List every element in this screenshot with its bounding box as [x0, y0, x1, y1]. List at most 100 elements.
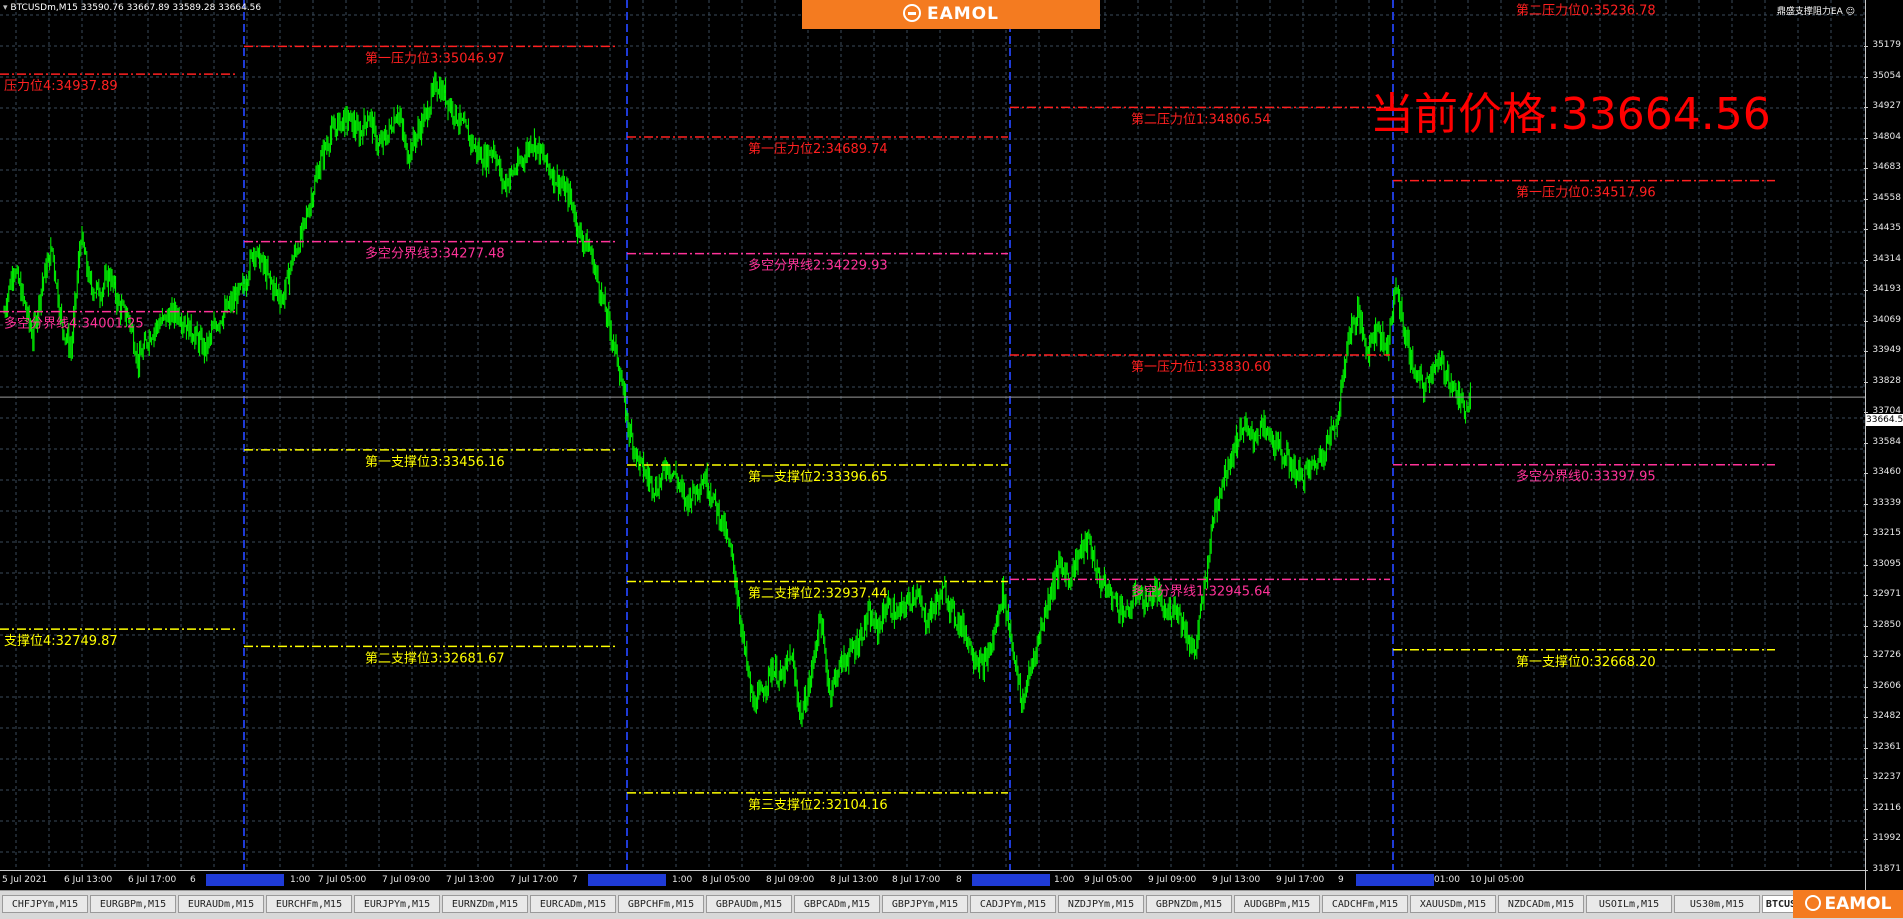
price-axis-label: 34314: [1864, 253, 1901, 264]
time-axis-label: 1:00: [1054, 875, 1075, 885]
price-axis-label: 31871: [1864, 863, 1901, 874]
symbol-arrow-icon: ▾: [3, 3, 8, 13]
brand-corner-name: EAMOL: [1824, 894, 1892, 914]
time-axis-label: 9 Jul 17:00: [1276, 875, 1325, 885]
day-separators: [243, 0, 1394, 870]
ea-name-text: 鼎盛支撑阻力EA: [1776, 7, 1843, 17]
chart-tab[interactable]: GBPCADm,M15: [794, 895, 880, 913]
price-axis-label: 32850: [1864, 619, 1901, 630]
time-axis-label: 5 Jul 2021: [2, 875, 48, 885]
chart-tabs-bar: CHFJPYm,M15 EURGBPm,M15 EURAUDm,M15 EURCHFm…: [0, 890, 1903, 919]
chart-tab[interactable]: AUDGBPm,M15: [1234, 895, 1320, 913]
current-price-tag: 33664.56: [1866, 414, 1903, 426]
price-axis[interactable]: 35179 35054 34927 34804 34683 34558 34435 34314…: [1864, 0, 1903, 890]
level-label-resistance: 第一压力位3:35046.97: [365, 51, 505, 66]
level-label-resistance: 第二压力位0:35236.78: [1516, 3, 1656, 18]
symbol-info: ▾ BTCUSDm,M15 33590.76 33667.89 33589.28…: [3, 3, 261, 13]
time-axis[interactable]: 5 Jul 2021 6 Jul 13:00 6 Jul 17:00 6 1:00 7 J…: [0, 870, 1865, 891]
time-axis-label: 9 Jul 09:00: [1148, 875, 1197, 885]
current-price-label: 当前价格:33664.56: [1370, 89, 1771, 140]
time-axis-label: 8: [956, 875, 962, 885]
time-axis-label: 01:00: [1434, 875, 1460, 885]
chart-tab[interactable]: EURCADm,M15: [530, 895, 616, 913]
time-axis-label: 7 Jul 05:00: [318, 875, 367, 885]
time-axis-label: 1:00: [290, 875, 311, 885]
level-label-pivot: 多空分界线3:34277.48: [365, 246, 505, 262]
level-label-support: 第二支撑位3:32681.67: [365, 651, 505, 666]
price-axis-label: 33339: [1864, 497, 1901, 508]
chart-tab[interactable]: NZDJPYm,M15: [1058, 895, 1144, 913]
period-separator-marker: [588, 874, 666, 886]
level-label-support: 第三支撑位2:32104.16: [748, 798, 888, 813]
smile-icon: ☺: [1845, 7, 1855, 17]
level-label-support: 第一支撑位0:32668.20: [1516, 655, 1656, 670]
period-separator-marker: [972, 874, 1050, 886]
chart-tab[interactable]: EURCHFm,M15: [266, 895, 352, 913]
price-axis-label: 35179: [1864, 40, 1901, 50]
price-axis-label: 34435: [1864, 223, 1901, 233]
chart-tab[interactable]: USOILm,M15: [1586, 895, 1672, 913]
chart-tab[interactable]: XAUUSDm,M15: [1410, 895, 1496, 913]
price-axis-label: 33460: [1864, 467, 1901, 477]
price-axis-label: 33828: [1864, 375, 1901, 386]
chart-tab[interactable]: GBPJPYm,M15: [882, 895, 968, 913]
price-axis-label: 33215: [1864, 528, 1901, 538]
price-axis-label: 34193: [1864, 284, 1901, 294]
time-axis-label: 8 Jul 09:00: [766, 875, 815, 885]
price-axis-label: 34927: [1864, 101, 1901, 111]
brand-logo-icon: [903, 4, 921, 22]
level-label-resistance: 第一压力位2:34689.74: [748, 142, 888, 157]
level-label-resistance: 第一压力位1:33830.60: [1131, 360, 1271, 375]
time-axis-label: 6: [190, 875, 196, 885]
price-axis-label: 33095: [1864, 558, 1901, 569]
time-axis-label: 7 Jul 17:00: [510, 875, 559, 885]
chart-tab[interactable]: EURGBPm,M15: [90, 895, 176, 913]
price-axis-label: 34683: [1864, 162, 1901, 172]
level-label-resistance: 压力位4:34937.89: [4, 79, 118, 94]
time-axis-label: 6 Jul 17:00: [128, 875, 177, 885]
chart-tab[interactable]: EURNZDm,M15: [442, 895, 528, 913]
level-label-resistance: 第一压力位0:34517.96: [1516, 186, 1656, 201]
chart-tab[interactable]: EURAUDm,M15: [178, 895, 264, 913]
price-axis-label: 34804: [1864, 131, 1901, 142]
level-label-pivot: 多空分界线2:34229.93: [748, 258, 888, 274]
chart-tab[interactable]: GBPNZDm,M15: [1146, 895, 1232, 913]
chart-tab[interactable]: CADJPYm,M15: [970, 895, 1056, 913]
price-axis-label: 33949: [1864, 345, 1901, 355]
time-axis-label: 9 Jul 05:00: [1084, 875, 1133, 885]
time-axis-label: 7: [572, 875, 578, 885]
price-axis-label: 32361: [1864, 741, 1901, 752]
price-axis-label: 32116: [1864, 802, 1901, 813]
time-axis-label: 9 Jul 13:00: [1212, 875, 1261, 885]
price-axis-label: 33584: [1864, 436, 1901, 447]
symbol-info-text: BTCUSDm,M15 33590.76 33667.89 33589.28 3…: [10, 3, 262, 13]
time-axis-label: 8 Jul 13:00: [830, 875, 879, 885]
chart-tab[interactable]: CHFJPYm,M15: [2, 895, 88, 913]
period-separator-marker: [206, 874, 284, 886]
chart-tab[interactable]: EURJPYm,M15: [354, 895, 440, 913]
level-label-resistance: 第二压力位1:34806.54: [1131, 112, 1271, 127]
chart-tab[interactable]: NZDCADm,M15: [1498, 895, 1584, 913]
price-axis-label: 32237: [1864, 772, 1901, 782]
time-axis-label: 9: [1338, 875, 1344, 885]
time-axis-label: 7 Jul 13:00: [446, 875, 495, 885]
level-label-pivot: 多空分界线4:34001.25: [4, 316, 144, 332]
level-label-pivot: 多空分界线0:33397.95: [1516, 469, 1656, 485]
price-axis-label: 34069: [1864, 314, 1901, 325]
chart-tab[interactable]: GBPAUDm,M15: [706, 895, 792, 913]
time-axis-label: 1:00: [672, 875, 693, 885]
price-axis-label: 31992: [1864, 833, 1901, 843]
price-axis-label: 35054: [1864, 70, 1901, 81]
brand-corner: EAMOL: [1793, 890, 1903, 918]
brand-name: EAMOL: [927, 4, 999, 24]
level-label-support: 第二支撑位2:32937.44: [748, 586, 888, 601]
price-axis-label: 32726: [1864, 650, 1901, 660]
brand-banner: EAMOL: [802, 0, 1100, 29]
chart-tab[interactable]: GBPCHFm,M15: [618, 895, 704, 913]
chart-tab[interactable]: CADCHFm,M15: [1322, 895, 1408, 913]
chart-tab[interactable]: US30m,M15: [1674, 895, 1760, 913]
price-axis-label: 34558: [1864, 192, 1901, 203]
price-axis-label: 32971: [1864, 589, 1901, 599]
time-axis-label: 10 Jul 05:00: [1470, 875, 1524, 885]
period-separator-marker: [1356, 874, 1434, 886]
